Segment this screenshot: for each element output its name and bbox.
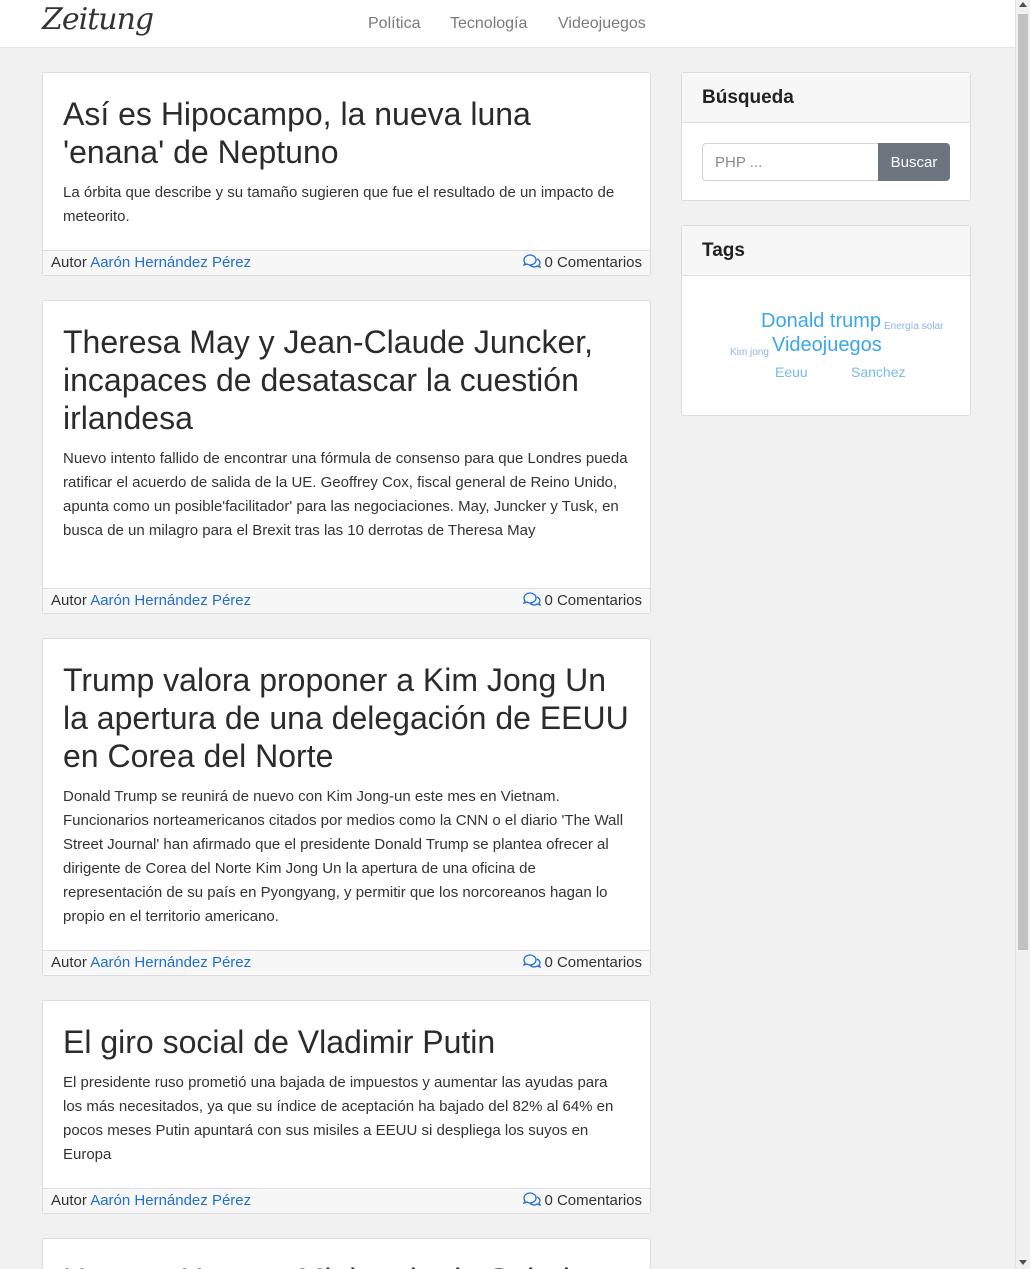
post-title[interactable]: Así es Hipocampo, la nueva luna 'enana' … bbox=[63, 95, 630, 171]
post-card: Así es Hipocampo, la nueva luna 'enana' … bbox=[42, 72, 651, 276]
author-label: Autor bbox=[51, 254, 91, 271]
author-label: Autor bbox=[51, 1192, 91, 1209]
comments-icon bbox=[523, 1192, 542, 1207]
comments-count[interactable]: 0 Comentarios bbox=[523, 251, 642, 275]
author-link[interactable]: Aarón Hernández Pérez bbox=[90, 592, 251, 609]
comments-label: 0 Comentarios bbox=[544, 954, 642, 971]
scrollbar-thumb[interactable] bbox=[1018, 14, 1028, 950]
nav-link-politica[interactable]: Política bbox=[368, 15, 420, 33]
comments-label: 0 Comentarios bbox=[544, 254, 642, 271]
search-button[interactable]: Buscar bbox=[878, 143, 950, 181]
nav-link-videojuegos[interactable]: Videojuegos bbox=[558, 15, 646, 33]
post-excerpt: Nuevo intento fallido de encontrar una f… bbox=[63, 450, 628, 539]
author-link[interactable]: Aarón Hernández Pérez bbox=[90, 1192, 251, 1209]
tag-sanchez[interactable]: Sanchez bbox=[851, 364, 905, 380]
search-widget: Búsqueda Buscar bbox=[681, 72, 971, 201]
post-card: El giro social de Vladimir Putin El pres… bbox=[42, 1000, 651, 1214]
tag-kim-jong[interactable]: Kim jong bbox=[730, 347, 769, 358]
comments-count[interactable]: 0 Comentarios bbox=[523, 951, 642, 975]
post-footer: Autor Aarón Hernández Pérez 0 Comentario… bbox=[43, 250, 650, 275]
post-footer: Autor Aarón Hernández Pérez 0 Comentario… bbox=[43, 588, 650, 613]
comments-icon bbox=[523, 592, 542, 607]
post-card: Trump valora proponer a Kim Jong Un la a… bbox=[42, 638, 651, 976]
author-link[interactable]: Aarón Hernández Pérez bbox=[90, 954, 251, 971]
navbar: Zeitung Política Tecnología Videojuegos bbox=[0, 0, 1015, 48]
post-title[interactable]: Trump valora proponer a Kim Jong Un la a… bbox=[63, 661, 630, 775]
comments-label: 0 Comentarios bbox=[544, 592, 642, 609]
post-title[interactable]: El giro social de Vladimir Putin bbox=[63, 1023, 630, 1061]
tag-donald-trump[interactable]: Donald trump bbox=[761, 310, 881, 333]
post-card: Theresa May y Jean-Claude Juncker, incap… bbox=[42, 300, 651, 614]
scroll-down-arrow-icon[interactable] bbox=[1019, 1260, 1027, 1265]
post-footer: Autor Aarón Hernández Pérez 0 Comentario… bbox=[43, 950, 650, 975]
scroll-up-arrow-icon[interactable] bbox=[1019, 2, 1027, 7]
post-excerpt: El presidente ruso prometió una bajada d… bbox=[63, 1074, 614, 1163]
tag-videojuegos[interactable]: Videojuegos bbox=[772, 334, 882, 357]
post-title[interactable]: Theresa May y Jean-Claude Juncker, incap… bbox=[63, 323, 630, 437]
search-input[interactable] bbox=[702, 143, 879, 181]
author-label: Autor bbox=[51, 954, 91, 971]
post-card: Herrero Herrero Ministerio de Salud bbox=[42, 1238, 651, 1269]
comments-label: 0 Comentarios bbox=[544, 1192, 642, 1209]
nav-link-tecnologia[interactable]: Tecnología bbox=[450, 15, 527, 33]
tag-energia-solar[interactable]: Energía solar bbox=[884, 321, 943, 332]
brand-logo[interactable]: Zeitung bbox=[42, 2, 154, 37]
post-excerpt: La órbita que describe y su tamaño sugie… bbox=[63, 184, 615, 225]
author-link[interactable]: Aarón Hernández Pérez bbox=[90, 254, 251, 271]
comments-count[interactable]: 0 Comentarios bbox=[523, 589, 642, 613]
page-scrollbar[interactable] bbox=[1015, 0, 1030, 1269]
tag-eeuu[interactable]: Eeuu bbox=[775, 364, 808, 380]
search-widget-title: Búsqueda bbox=[682, 73, 970, 123]
comments-icon bbox=[523, 954, 542, 969]
post-excerpt: Donald Trump se reunirá de nuevo con Kim… bbox=[63, 788, 624, 925]
tags-widget-title: Tags bbox=[682, 226, 970, 276]
comments-icon bbox=[523, 254, 542, 269]
post-title[interactable]: Herrero Herrero Ministerio de Salud bbox=[63, 1261, 630, 1269]
tags-widget: Tags Donald trump Energía solar Kim jong… bbox=[681, 225, 971, 416]
post-footer: Autor Aarón Hernández Pérez 0 Comentario… bbox=[43, 1188, 650, 1213]
author-label: Autor bbox=[51, 592, 91, 609]
comments-count[interactable]: 0 Comentarios bbox=[523, 1189, 642, 1213]
